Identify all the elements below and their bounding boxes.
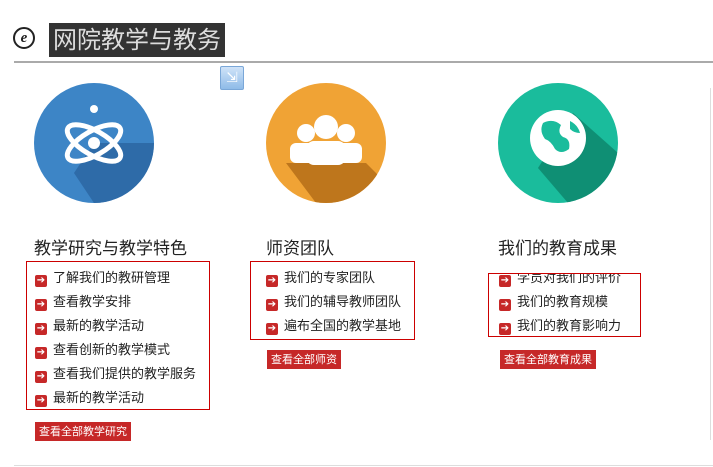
arrow-right-icon: ➔: [266, 323, 278, 335]
arrow-right-icon: ➔: [266, 275, 278, 287]
list-item[interactable]: ➔ 最新的教学活动: [35, 390, 144, 408]
arrow-right-icon: ➔: [35, 371, 47, 383]
list-item[interactable]: ➔ 我们的教育影响力: [499, 318, 621, 336]
list-item-label: 查看创新的教学模式: [53, 343, 171, 358]
list-item[interactable]: ➔ 了解我们的教研管理: [35, 270, 170, 288]
atom-icon: [34, 83, 154, 203]
list-item-label: 查看我们提供的教学服务: [53, 367, 197, 382]
list-item[interactable]: ➔ 我们的教育规模: [499, 294, 608, 312]
list-item[interactable]: ➔ 查看创新的教学模式: [35, 342, 170, 360]
list-item-label: 查看教学安排: [53, 295, 132, 310]
list-item-label: 学员对我们的评价: [517, 273, 622, 286]
divider: [14, 465, 713, 466]
list-item[interactable]: ➔ 学员对我们的评价: [499, 273, 622, 288]
arrow-right-icon: ➔: [499, 275, 511, 287]
divider: [710, 88, 711, 440]
link-list: ➔ 我们的专家团队 ➔ 我们的辅导教师团队 ➔ 遍布全国的教学基地: [250, 261, 415, 340]
column-title: 我们的教育成果: [498, 239, 617, 259]
arrow-right-icon: ➔: [35, 395, 47, 407]
divider: [14, 61, 713, 63]
view-all-results-button[interactable]: 查看全部教育成果: [500, 350, 596, 369]
page-title: 网院教学与教务: [49, 23, 225, 57]
link-list: ➔ 了解我们的教研管理 ➔ 查看教学安排 ➔ 最新的教学活动 ➔ 查看创新的教学模式 ➔…: [26, 261, 210, 410]
arrow-right-icon: ➔: [35, 299, 47, 311]
globe-icon: [498, 83, 618, 203]
list-item-label: 最新的教学活动: [53, 391, 145, 406]
list-item-label: 我们的专家团队: [284, 271, 376, 286]
list-item-label: 了解我们的教研管理: [53, 271, 171, 286]
list-item-label: 我们的辅导教师团队: [284, 295, 402, 310]
arrow-right-icon: ➔: [35, 347, 47, 359]
list-item[interactable]: ➔ 我们的专家团队: [266, 270, 375, 288]
arrow-right-icon: ➔: [499, 323, 511, 335]
column-title: 师资团队: [266, 239, 334, 259]
list-item[interactable]: ➔ 遍布全国的教学基地: [266, 318, 401, 336]
list-item[interactable]: ➔ 最新的教学活动: [35, 318, 144, 336]
view-all-teachers-button[interactable]: 查看全部师资: [267, 350, 341, 369]
link-list: ➔ 学员对我们的评价 ➔ 我们的教育规模 ➔ 我们的教育影响力: [488, 273, 641, 337]
arrow-right-icon: ➔: [35, 323, 47, 335]
users-icon: [266, 83, 386, 203]
list-item[interactable]: ➔ 查看我们提供的教学服务: [35, 366, 196, 384]
list-item-label: 遍布全国的教学基地: [284, 319, 402, 334]
arrow-right-icon: ➔: [35, 275, 47, 287]
column-title: 教学研究与教学特色: [34, 239, 187, 259]
ie-e-icon: e: [13, 27, 35, 49]
list-item[interactable]: ➔ 查看教学安排: [35, 294, 131, 312]
list-item-label: 最新的教学活动: [53, 319, 145, 334]
list-item-label: 我们的教育规模: [517, 295, 609, 310]
list-item-label: 我们的教育影响力: [517, 319, 622, 334]
arrow-right-icon: ➔: [499, 299, 511, 311]
expand-icon[interactable]: ⇲: [220, 66, 244, 90]
arrow-right-icon: ➔: [266, 299, 278, 311]
view-all-research-button[interactable]: 查看全部教学研究: [35, 422, 131, 441]
list-item[interactable]: ➔ 我们的辅导教师团队: [266, 294, 401, 312]
